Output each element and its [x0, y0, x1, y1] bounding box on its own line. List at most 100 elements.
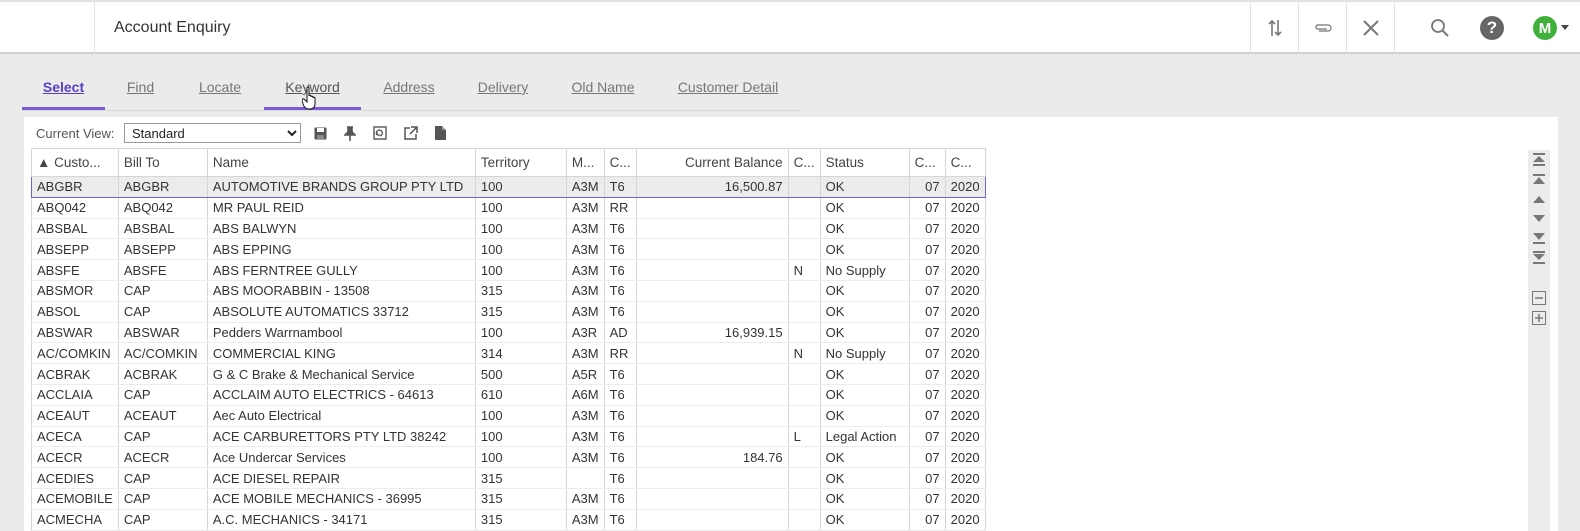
c-cell[interactable]: T6 — [603, 363, 637, 385]
bill-to-cell[interactable]: AC/COMKIN — [117, 342, 208, 365]
table-row[interactable]: ACCLAIA CAP ACCLAIM AUTO ELECTRICS - 64613… — [31, 384, 986, 406]
bill-to-cell[interactable]: ABSBAL — [117, 218, 208, 240]
export-button[interactable] — [401, 124, 419, 142]
column-header[interactable]: C... — [944, 148, 986, 177]
current-balance-cell[interactable] — [635, 218, 789, 240]
current-balance-cell[interactable] — [635, 405, 789, 427]
current-view-select[interactable]: Standard — [124, 123, 301, 143]
customer-code-cell[interactable]: ACEMOBILE — [31, 488, 119, 510]
table-row[interactable]: ACMECHA CAP A.C. MECHANICS - 34171 315 A3M T6… — [31, 509, 986, 531]
current-balance-cell[interactable]: 16,939.15 — [635, 322, 789, 344]
status-cell[interactable]: OK — [819, 446, 910, 469]
column-header[interactable]: C... — [603, 148, 637, 177]
table-row[interactable]: ABSOL CAP ABSOLUTE AUTOMATICS 33712 315 A3M T… — [31, 301, 986, 323]
territory-cell[interactable]: 100 — [474, 446, 567, 469]
c-flag-cell[interactable] — [787, 405, 821, 427]
status-cell[interactable]: OK — [819, 322, 910, 344]
c-year-cell[interactable]: 2020 — [944, 467, 986, 489]
m-cell[interactable]: A3M — [565, 218, 605, 240]
c-flag-cell[interactable] — [787, 176, 821, 198]
name-cell[interactable]: Pedders Warrnambool — [206, 322, 476, 344]
column-header[interactable]: Bill To — [117, 148, 208, 177]
column-header[interactable]: Status — [819, 148, 910, 177]
m-cell[interactable]: A3M — [565, 509, 605, 531]
bill-to-cell[interactable]: CAP — [117, 509, 208, 531]
c-flag-cell[interactable] — [787, 280, 821, 302]
territory-cell[interactable]: 315 — [474, 509, 567, 531]
bill-to-cell[interactable]: CAP — [117, 488, 208, 510]
c-cell[interactable]: T6 — [603, 446, 637, 469]
c-year-cell[interactable]: 2020 — [944, 176, 986, 198]
m-cell[interactable]: A3M — [565, 405, 605, 427]
current-balance-cell[interactable] — [635, 259, 789, 281]
c-year-cell[interactable]: 2020 — [944, 426, 986, 448]
table-row[interactable]: ACBRAK ACBRAK G & C Brake & Mechanical Ser… — [31, 363, 986, 385]
customer-code-cell[interactable]: ACECA — [31, 426, 119, 448]
current-balance-cell[interactable] — [635, 301, 789, 323]
territory-cell[interactable]: 100 — [474, 405, 567, 427]
customer-code-cell[interactable]: ACEDIES — [31, 467, 119, 489]
m-cell[interactable]: A3M — [565, 342, 605, 365]
current-balance-cell[interactable] — [635, 384, 789, 406]
status-cell[interactable]: OK — [819, 384, 910, 406]
save-view-button[interactable] — [311, 124, 329, 142]
tab-find[interactable]: Find — [118, 72, 163, 110]
table-row[interactable]: ACEDIES CAP ACE DIESEL REPAIR 315 T6 OK 07 2020 — [31, 467, 986, 489]
c-year-cell[interactable]: 2020 — [944, 405, 986, 427]
territory-cell[interactable]: 315 — [474, 467, 567, 489]
territory-cell[interactable]: 100 — [474, 322, 567, 344]
column-header[interactable]: M... — [565, 148, 605, 177]
c-year-cell[interactable]: 2020 — [944, 322, 986, 344]
c-cell[interactable]: T6 — [603, 467, 637, 489]
name-cell[interactable]: Aec Auto Electrical — [206, 405, 476, 427]
c-year-cell[interactable]: 2020 — [944, 446, 986, 469]
chevron-down-icon[interactable] — [1561, 25, 1569, 30]
table-row[interactable]: ABSFE ABSFE ABS FERNTREE GULLY 100 A3M T6 N No … — [31, 259, 986, 281]
row-up-icon[interactable] — [1531, 192, 1547, 208]
customer-code-cell[interactable]: ACEAUT — [31, 405, 119, 427]
c-period-cell[interactable]: 07 — [908, 426, 946, 448]
c-flag-cell[interactable] — [787, 467, 821, 489]
c-period-cell[interactable]: 07 — [908, 342, 946, 365]
page-up-icon[interactable] — [1531, 172, 1547, 188]
c-period-cell[interactable]: 07 — [908, 322, 946, 344]
tab-old-name[interactable]: Old Name — [566, 72, 640, 110]
c-period-cell[interactable]: 07 — [908, 384, 946, 406]
status-cell[interactable]: OK — [819, 405, 910, 427]
avatar[interactable]: M — [1533, 16, 1557, 40]
m-cell[interactable]: A6M — [565, 384, 605, 406]
close-button[interactable] — [1346, 2, 1394, 54]
customer-code-cell[interactable]: ABSOL — [31, 301, 119, 323]
customer-code-cell[interactable]: ACECR — [31, 446, 119, 469]
current-balance-cell[interactable] — [635, 363, 789, 385]
c-period-cell[interactable]: 07 — [908, 363, 946, 385]
c-flag-cell[interactable] — [787, 509, 821, 531]
territory-cell[interactable]: 314 — [474, 342, 567, 365]
c-cell[interactable]: T6 — [603, 384, 637, 406]
m-cell[interactable]: A3M — [565, 426, 605, 448]
table-row[interactable]: ABSBAL ABSBAL ABS BALWYN 100 A3M T6 OK 07 2020 — [31, 218, 986, 240]
c-cell[interactable]: T6 — [603, 301, 637, 323]
territory-cell[interactable]: 100 — [474, 197, 567, 219]
c-flag-cell[interactable]: L — [787, 426, 821, 448]
c-period-cell[interactable]: 07 — [908, 405, 946, 427]
table-row[interactable]: ABSWAR ABSWAR Pedders Warrnambool 100 A3R AD 1… — [31, 322, 986, 344]
c-period-cell[interactable]: 07 — [908, 176, 946, 198]
customer-code-cell[interactable]: ABSBAL — [31, 218, 119, 240]
table-row[interactable]: ABGBR ABGBR AUTOMOTIVE BRANDS GROUP PTY LT… — [31, 176, 986, 198]
customer-code-cell[interactable]: ACMECHA — [31, 509, 119, 531]
territory-cell[interactable]: 315 — [474, 488, 567, 510]
c-cell[interactable]: T6 — [603, 238, 637, 261]
column-header[interactable]: Name — [206, 148, 476, 177]
customer-code-cell[interactable]: ABSEPP — [31, 238, 119, 261]
m-cell[interactable]: A5R — [565, 363, 605, 385]
bill-to-cell[interactable]: CAP — [117, 384, 208, 406]
current-balance-cell[interactable] — [635, 238, 789, 261]
page-down-icon[interactable] — [1531, 231, 1547, 247]
c-flag-cell[interactable] — [787, 218, 821, 240]
status-cell[interactable]: OK — [819, 197, 910, 219]
customer-code-cell[interactable]: ABSWAR — [31, 322, 119, 344]
current-balance-cell[interactable] — [635, 280, 789, 302]
status-cell[interactable]: No Supply — [819, 342, 910, 365]
c-flag-cell[interactable] — [787, 238, 821, 261]
